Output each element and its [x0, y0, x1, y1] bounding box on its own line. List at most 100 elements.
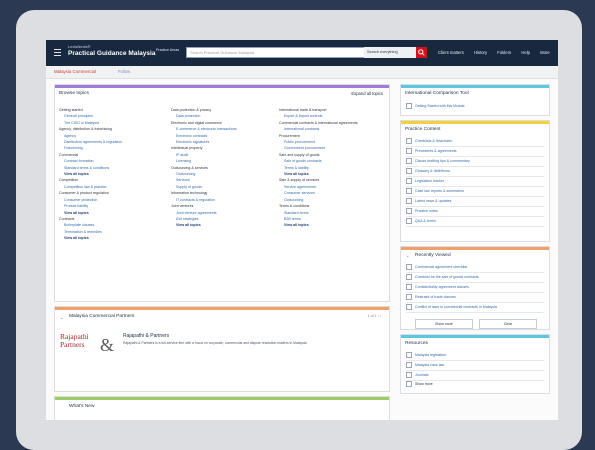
search-input[interactable]: Search Practical Guidance Malaysia: [186, 47, 366, 58]
breadcrumb-current: Malaysia Commercial: [54, 69, 96, 74]
panel-accent-bar: [55, 397, 389, 400]
view-all-topics-link[interactable]: View all topics: [279, 222, 387, 228]
resources-panel: Resources Malaysia legislation Malaysia c…: [400, 334, 550, 394]
intl-tool-link[interactable]: Getting Started with this Module: [406, 103, 465, 109]
nav-client-matters[interactable]: Client matters: [438, 50, 464, 55]
doc-icon: [406, 362, 412, 369]
list-item[interactable]: Legislation tracker: [406, 177, 544, 187]
brand-small: LexisNexis®: [68, 44, 91, 49]
show-more-button[interactable]: Show more: [415, 319, 473, 329]
doc-icon: [406, 188, 412, 195]
collapse-icon[interactable]: ⌄: [406, 253, 409, 258]
list-item-label: Conflict of laws in commercial contracts…: [415, 305, 497, 309]
follow-link[interactable]: Follow: [118, 69, 130, 74]
resources-show-more[interactable]: Show more: [406, 381, 433, 387]
partner-name[interactable]: Rajapathi & Partners: [123, 333, 169, 339]
doc-icon: [406, 304, 412, 311]
panel-accent-bar: [55, 85, 389, 88]
list-item-label: Malaysia legislation: [415, 353, 447, 357]
list-item[interactable]: Conflict of laws in commercial contracts…: [406, 303, 544, 313]
doc-icon: [406, 168, 412, 175]
list-item-label: Practice notes: [415, 209, 438, 213]
list-item-label: Clause drafting tips & commentary: [415, 159, 470, 163]
panel-accent-bar: [55, 307, 389, 310]
practice-areas-button[interactable]: Practice Areas: [156, 48, 179, 53]
collapse-icon[interactable]: ⌄: [60, 315, 63, 320]
intl-tool-link-text: Getting Started with this Module: [415, 103, 465, 108]
panel-accent-bar: [401, 85, 549, 88]
doc-icon: [406, 294, 412, 301]
list-item[interactable]: Practice notes: [406, 207, 544, 217]
next-icon[interactable]: ›: [380, 314, 381, 318]
brand-logo[interactable]: LexisNexis® Practical Guidance Malaysia: [68, 45, 155, 58]
list-item-label: Q&A & forms: [415, 219, 436, 223]
doc-icon: [406, 208, 412, 215]
nav-help[interactable]: Help: [521, 50, 530, 55]
nav-folders[interactable]: Folders: [497, 50, 511, 55]
partners-panel: Malaysia Commercial Partners ⌄ 1 of 1 ‹ …: [54, 306, 390, 392]
practice-content-list: Checklists & flowcharts Precedents & agre…: [406, 137, 544, 227]
list-item[interactable]: Glossary & definitions: [406, 167, 544, 177]
doc-icon: [406, 198, 412, 205]
doc-icon: [406, 138, 412, 145]
list-item[interactable]: Q&A & forms: [406, 217, 544, 227]
top-nav-links: Client matters History Folders Help More: [438, 50, 558, 55]
search-button[interactable]: [416, 47, 427, 58]
doc-icon: [406, 178, 412, 185]
list-item[interactable]: Malaysia case law: [406, 361, 544, 371]
recently-viewed-list: Commercial agreement checklist Checklist …: [406, 263, 544, 313]
resources-title: Resources: [405, 341, 428, 346]
list-item-label: Checklist for the sale of goods contract…: [415, 275, 479, 279]
list-item[interactable]: Latest news & updates: [406, 197, 544, 207]
view-all-topics-link[interactable]: View all topics: [59, 235, 164, 241]
doc-icon: [406, 352, 412, 359]
partner-logo-ampersand: &: [100, 335, 115, 355]
nav-history[interactable]: History: [474, 50, 487, 55]
expand-all-button[interactable]: Expand all topics: [351, 91, 383, 96]
doc-icon: [406, 284, 412, 291]
prev-icon[interactable]: ‹: [378, 314, 379, 318]
list-item-label: Confidentiality agreement clauses: [415, 285, 469, 289]
topics-column-1: Getting started General principles The CIS…: [59, 107, 164, 242]
list-item[interactable]: Malaysia legislation: [406, 351, 544, 361]
list-item[interactable]: Clause drafting tips & commentary: [406, 157, 544, 167]
list-item-label: Precedents & agreements: [415, 149, 457, 153]
list-item-label: Journals: [415, 373, 429, 377]
list-item-label: Glossary & definitions: [415, 169, 450, 173]
practice-content-panel: Practice Content Checklists & flowcharts…: [400, 120, 550, 242]
partners-title: Malaysia Commercial Partners: [69, 314, 135, 319]
doc-icon: [406, 264, 412, 271]
international-tool-panel: International Comparison Tool Getting St…: [400, 84, 550, 116]
topics-column-2: Data protection & privacy Data protection…: [171, 107, 276, 229]
list-item[interactable]: Checklist for the sale of goods contract…: [406, 273, 544, 283]
top-navigation-bar: LexisNexis® Practical Guidance Malaysia …: [46, 40, 558, 66]
list-item-label: Checklists & flowcharts: [415, 139, 452, 143]
list-item[interactable]: Journals: [406, 371, 544, 381]
partner-logo[interactable]: Rajapathi Partners &: [60, 333, 120, 363]
topics-column-3: International trade & transport Export & …: [279, 107, 387, 229]
search-icon: [418, 49, 425, 56]
list-item[interactable]: Checklists & flowcharts: [406, 137, 544, 147]
list-item[interactable]: Restraint of trade clauses: [406, 293, 544, 303]
list-item[interactable]: Case law reports & summaries: [406, 187, 544, 197]
list-item-label: Malaysia case law: [415, 363, 445, 367]
resources-list: Malaysia legislation Malaysia case law Jou…: [406, 351, 544, 381]
whats-new-title: What's New: [69, 404, 95, 409]
clear-button[interactable]: Clear: [479, 319, 537, 329]
menu-icon[interactable]: [54, 49, 61, 58]
resources-show-more-text: Show more: [415, 381, 433, 386]
breadcrumb-bar: Malaysia Commercial Follow: [46, 66, 558, 79]
doc-icon: [406, 274, 412, 281]
partners-pager[interactable]: 1 of 1 ‹ ›: [368, 314, 381, 318]
doc-icon: [406, 218, 412, 225]
search-scope-select[interactable]: Search everything: [364, 47, 416, 58]
view-all-topics-link[interactable]: View all topics: [171, 222, 276, 228]
list-item[interactable]: Confidentiality agreement clauses: [406, 283, 544, 293]
nav-more[interactable]: More: [540, 50, 550, 55]
pager-text: 1 of 1: [367, 314, 377, 318]
browse-topics-panel: Browse topics Expand all topics Getting …: [54, 84, 390, 302]
list-item[interactable]: Precedents & agreements: [406, 147, 544, 157]
list-item-label: Case law reports & summaries: [415, 189, 464, 193]
doc-icon: [406, 158, 412, 165]
list-item[interactable]: Commercial agreement checklist: [406, 263, 544, 273]
